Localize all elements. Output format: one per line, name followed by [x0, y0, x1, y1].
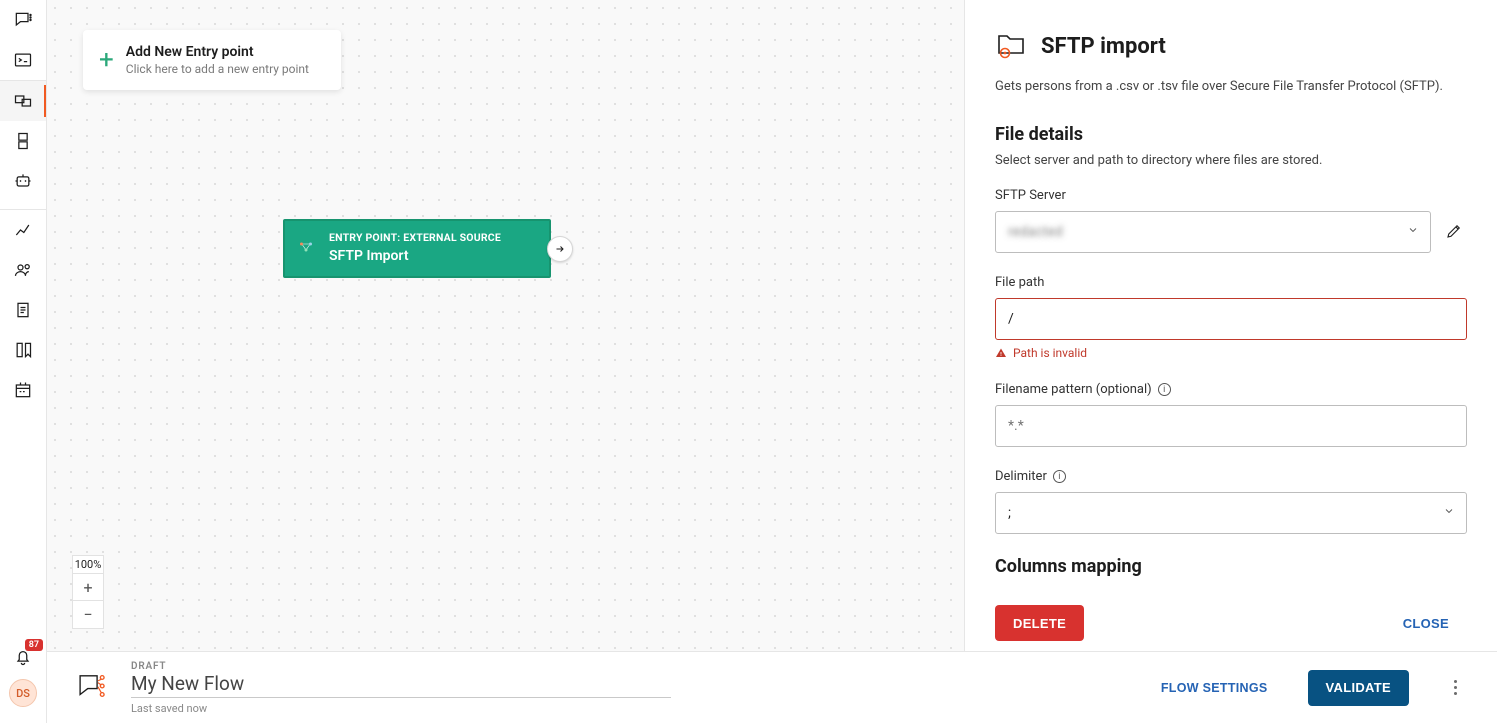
- validate-button[interactable]: VALIDATE: [1308, 670, 1409, 706]
- plus-icon: +: [99, 47, 114, 73]
- node-output-handle[interactable]: [547, 236, 573, 262]
- terminal-icon: [13, 50, 33, 70]
- columns-mapping-heading: Columns mapping: [995, 556, 1467, 577]
- sidebar-item-templates[interactable]: [0, 121, 46, 161]
- edit-server-button[interactable]: [1441, 218, 1467, 247]
- sftp-server-label: SFTP Server: [995, 188, 1467, 203]
- flow-node-sftp-import[interactable]: ENTRY POINT: EXTERNAL SOURCE SFTP Import: [283, 219, 551, 278]
- sidebar-item-people[interactable]: [0, 250, 46, 290]
- filename-pattern-label: Filename pattern (optional): [995, 382, 1152, 397]
- sidebar-item-flow[interactable]: [0, 81, 46, 121]
- add-entry-subtitle: Click here to add a new entry point: [126, 62, 309, 76]
- close-button[interactable]: CLOSE: [1385, 605, 1467, 641]
- sftp-import-icon: [995, 28, 1027, 64]
- node-title: SFTP Import: [329, 248, 535, 264]
- last-saved-label: Last saved now: [131, 702, 671, 715]
- delimiter-label: Delimiter: [995, 469, 1047, 484]
- sidebar-item-conversations[interactable]: [0, 0, 46, 40]
- left-sidebar: 87 DS: [0, 0, 47, 723]
- node-eyebrow: ENTRY POINT: EXTERNAL SOURCE: [329, 231, 535, 244]
- flow-canvas[interactable]: + Add New Entry point Click here to add …: [47, 0, 964, 651]
- footer-bar: DRAFT My New Flow Last saved now FLOW SE…: [47, 651, 1497, 723]
- file-path-error: Path is invalid: [995, 346, 1467, 360]
- panel-description: Gets persons from a .csv or .tsv file ov…: [995, 78, 1467, 96]
- line-chart-icon: [13, 220, 33, 240]
- zoom-out-button[interactable]: −: [72, 601, 104, 629]
- user-avatar[interactable]: DS: [9, 679, 37, 707]
- notification-badge: 87: [25, 639, 43, 651]
- flow-icon: [75, 669, 109, 707]
- sidebar-item-terminal[interactable]: [0, 40, 46, 80]
- sidebar-item-bot[interactable]: [0, 161, 46, 201]
- zoom-level-label: 100%: [72, 555, 104, 573]
- bot-icon: [13, 171, 33, 191]
- calendar-icon: [13, 380, 33, 400]
- file-path-input[interactable]: [995, 298, 1467, 340]
- delimiter-select[interactable]: ;: [995, 492, 1467, 534]
- filename-pattern-input[interactable]: [995, 405, 1467, 447]
- sidebar-item-calendar[interactable]: [0, 370, 46, 410]
- add-entry-title: Add New Entry point: [126, 44, 309, 60]
- delete-button[interactable]: DELETE: [995, 605, 1084, 641]
- flow-settings-button[interactable]: FLOW SETTINGS: [1143, 670, 1286, 706]
- zoom-controls: 100% + −: [72, 555, 104, 629]
- sidebar-item-analytics[interactable]: [0, 210, 46, 250]
- document-icon: [13, 300, 33, 320]
- flow-status-label: DRAFT: [131, 661, 671, 672]
- notifications-button[interactable]: 87: [13, 647, 33, 671]
- info-icon[interactable]: i: [1158, 383, 1171, 396]
- sftp-node-icon: [297, 238, 315, 260]
- file-path-error-text: Path is invalid: [1013, 346, 1087, 360]
- more-menu-button[interactable]: [1441, 680, 1469, 695]
- info-icon[interactable]: i: [1053, 470, 1066, 483]
- warning-icon: [995, 347, 1007, 359]
- bookmark-panel-icon: [13, 340, 33, 360]
- file-details-heading: File details: [995, 124, 1467, 145]
- flow-icon: [13, 91, 33, 111]
- flow-name-input[interactable]: My New Flow: [131, 672, 671, 698]
- sftp-server-select[interactable]: redacted: [995, 211, 1431, 253]
- sidebar-item-docs[interactable]: [0, 290, 46, 330]
- arrow-right-icon: [554, 243, 566, 255]
- sidebar-item-bookmark[interactable]: [0, 330, 46, 370]
- chat-icon: [13, 10, 33, 30]
- add-entry-point-card[interactable]: + Add New Entry point Click here to add …: [83, 30, 341, 90]
- zoom-in-button[interactable]: +: [72, 573, 104, 601]
- panel-title: SFTP import: [1041, 34, 1166, 59]
- properties-panel: SFTP import Gets persons from a .csv or …: [964, 0, 1497, 651]
- file-details-subtitle: Select server and path to directory wher…: [995, 153, 1467, 168]
- pencil-icon: [1445, 222, 1463, 240]
- people-icon: [13, 260, 33, 280]
- file-path-label: File path: [995, 275, 1467, 290]
- templates-icon: [13, 131, 33, 151]
